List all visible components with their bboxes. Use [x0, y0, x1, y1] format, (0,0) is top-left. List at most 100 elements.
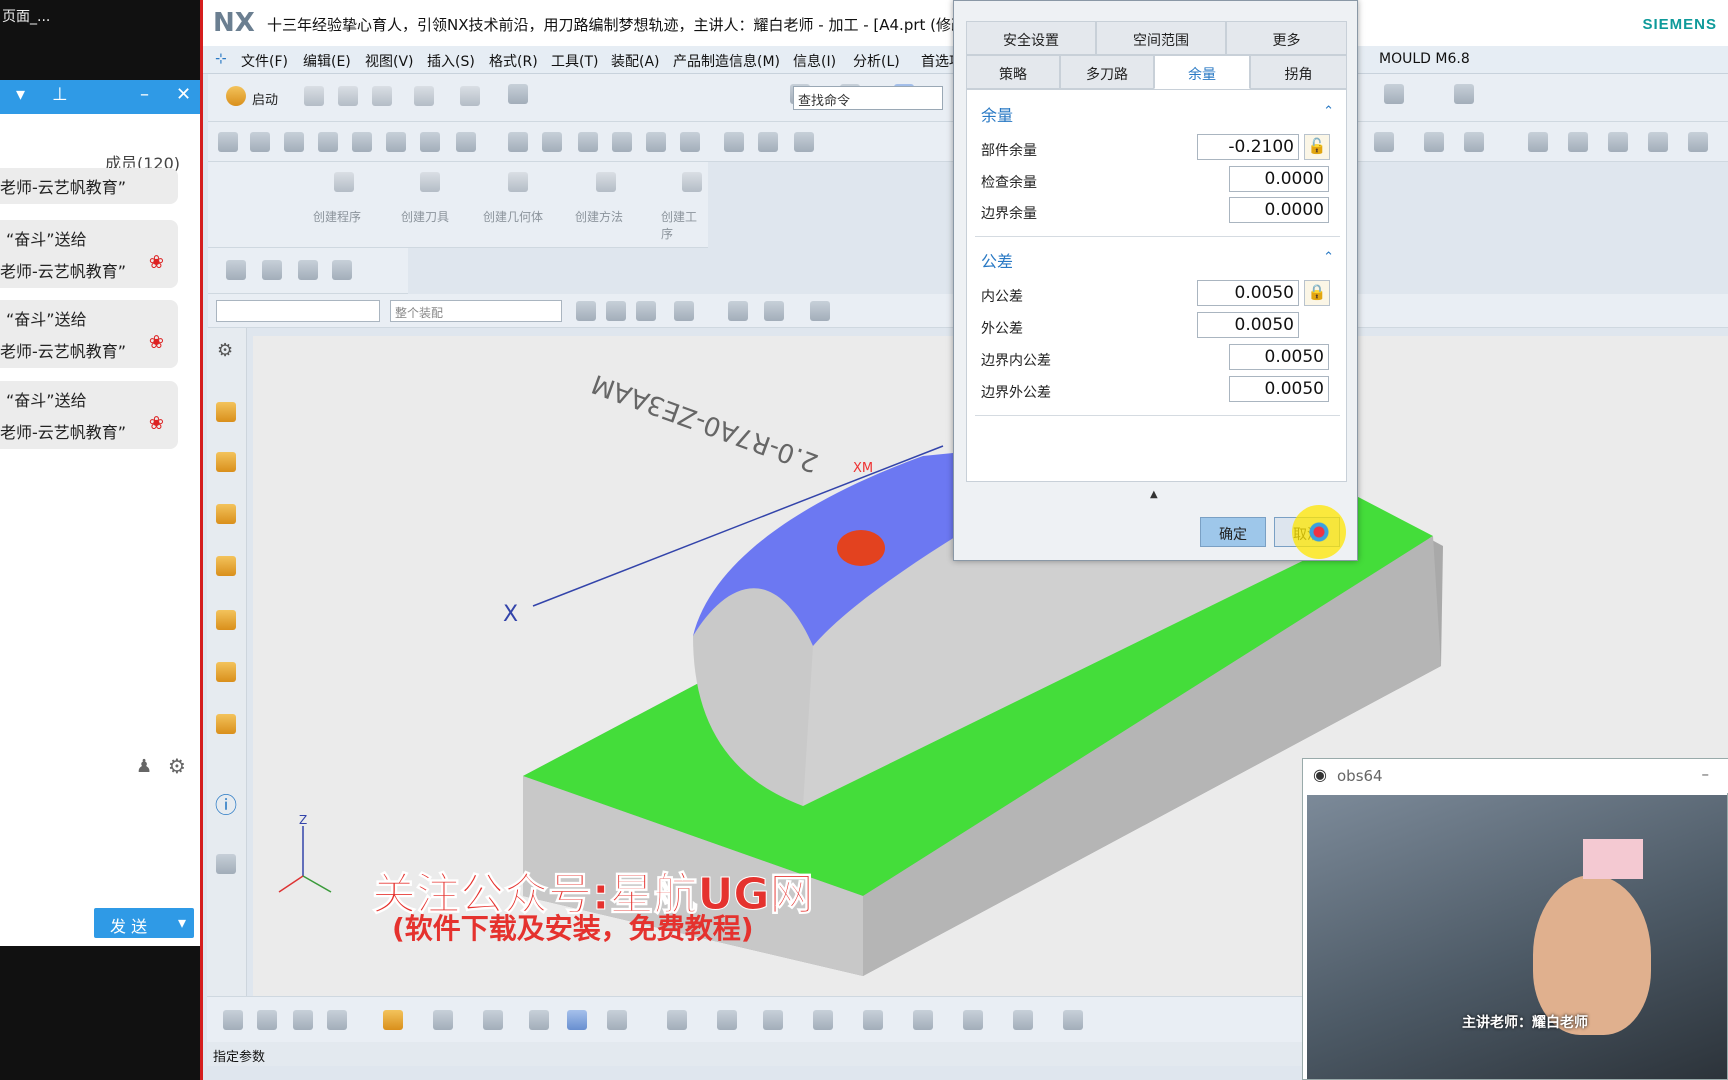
- gear-icon[interactable]: ⚙: [217, 340, 233, 361]
- create-method-label[interactable]: 创建方法: [575, 208, 623, 225]
- expand-arrow-icon[interactable]: ▲: [1150, 489, 1158, 500]
- undo-icon[interactable]: [414, 86, 434, 106]
- part-stock-input[interactable]: -0.2100: [1197, 134, 1299, 160]
- unlock-icon[interactable]: 🔓: [1304, 134, 1330, 160]
- tab-safety[interactable]: 安全设置: [966, 21, 1096, 55]
- create-program-icon[interactable]: [334, 172, 354, 192]
- tool-icon[interactable]: [1013, 1010, 1033, 1030]
- boundary-stock-input[interactable]: 0.0000: [1229, 197, 1329, 223]
- tool-icon[interactable]: [1528, 132, 1548, 152]
- tab-more[interactable]: 更多: [1226, 21, 1347, 55]
- tool-icon[interactable]: [257, 1010, 277, 1030]
- collapse-icon[interactable]: ⌃: [1323, 250, 1334, 265]
- menu-assembly[interactable]: 装配(A): [611, 51, 660, 71]
- tool-icon[interactable]: [646, 132, 666, 152]
- tab-space-range[interactable]: 空间范围: [1096, 21, 1226, 55]
- start-icon[interactable]: [226, 86, 246, 106]
- tool-icon[interactable]: [420, 132, 440, 152]
- tool-icon[interactable]: [1464, 132, 1484, 152]
- minimize-icon[interactable]: –: [140, 84, 149, 105]
- collapse-icon[interactable]: ⌃: [1323, 104, 1334, 119]
- menu-edit[interactable]: 编辑(E): [303, 51, 351, 71]
- create-tool-label[interactable]: 创建刀具: [401, 208, 449, 225]
- tool-icon[interactable]: [667, 1010, 687, 1030]
- type-filter-select[interactable]: [216, 300, 380, 322]
- start-label[interactable]: 启动: [252, 89, 278, 108]
- hd3d-icon[interactable]: [216, 662, 236, 682]
- section-tolerance-title[interactable]: 公差: [981, 248, 1013, 272]
- history-icon[interactable]: [216, 714, 236, 734]
- assembly-navigator-icon[interactable]: [216, 556, 236, 576]
- pin-icon[interactable]: ⊥: [52, 84, 68, 105]
- tool-icon[interactable]: [724, 132, 744, 152]
- tool-icon[interactable]: [262, 260, 282, 280]
- send-button[interactable]: 发 送 ▾: [94, 908, 194, 938]
- tool-icon[interactable]: [607, 1010, 627, 1030]
- web-browser-icon[interactable]: [216, 854, 236, 874]
- tool-icon[interactable]: [1374, 132, 1394, 152]
- tool-icon[interactable]: [1424, 132, 1444, 152]
- chevron-down-icon[interactable]: ▾: [178, 913, 186, 932]
- menu-info[interactable]: 信息(I): [793, 51, 836, 71]
- open-icon[interactable]: [338, 86, 358, 106]
- tool-icon[interactable]: [218, 132, 238, 152]
- cut-icon[interactable]: [460, 86, 480, 106]
- tool-icon[interactable]: [612, 132, 632, 152]
- user-icon[interactable]: ♟: [136, 756, 152, 777]
- selection-icon[interactable]: [728, 301, 748, 321]
- part-navigator-icon[interactable]: [216, 504, 236, 524]
- tool-icon[interactable]: [332, 260, 352, 280]
- minimize-icon[interactable]: –: [1702, 765, 1710, 783]
- tab-corners[interactable]: 拐角: [1250, 55, 1347, 89]
- tool-icon[interactable]: [763, 1010, 783, 1030]
- tool-icon[interactable]: [1063, 1010, 1083, 1030]
- menu-tools[interactable]: 工具(T): [551, 51, 598, 71]
- tool-icon[interactable]: [327, 1010, 347, 1030]
- tool-icon[interactable]: [483, 1010, 503, 1030]
- tool-icon[interactable]: [433, 1010, 453, 1030]
- tool-icon[interactable]: [293, 1010, 313, 1030]
- tool-icon[interactable]: [863, 1010, 883, 1030]
- menu-pmi[interactable]: 产品制造信息(M): [673, 51, 780, 71]
- command-search-input[interactable]: 查找命令: [793, 86, 943, 110]
- tool-icon[interactable]: [1608, 132, 1628, 152]
- selection-icon[interactable]: [576, 301, 596, 321]
- tool-icon[interactable]: [298, 260, 318, 280]
- menu-mould[interactable]: MOULD M6.8: [1379, 51, 1470, 67]
- tool-icon[interactable]: [456, 132, 476, 152]
- create-operation-icon[interactable]: [682, 172, 702, 192]
- boundary-intol-input[interactable]: 0.0050: [1229, 344, 1329, 370]
- tool-icon[interactable]: [578, 132, 598, 152]
- view-icon-b[interactable]: [1384, 84, 1404, 104]
- close-icon[interactable]: ✕: [176, 84, 191, 105]
- tool-icon[interactable]: [284, 132, 304, 152]
- menu-icon[interactable]: ⊹: [215, 51, 227, 67]
- selection-icon[interactable]: [674, 301, 694, 321]
- check-stock-input[interactable]: 0.0000: [1229, 166, 1329, 192]
- selection-icon[interactable]: [606, 301, 626, 321]
- selection-icon[interactable]: [810, 301, 830, 321]
- selection-icon[interactable]: [764, 301, 784, 321]
- tool-icon[interactable]: [226, 260, 246, 280]
- color-icon[interactable]: [383, 1010, 403, 1030]
- create-operation-label[interactable]: 创建工序: [661, 208, 708, 242]
- dropdown-icon[interactable]: ▾: [16, 84, 25, 105]
- tool-icon[interactable]: [963, 1010, 983, 1030]
- tool-icon[interactable]: [1568, 132, 1588, 152]
- tool-icon[interactable]: [250, 132, 270, 152]
- create-geometry-icon[interactable]: [508, 172, 528, 192]
- reuse-library-icon[interactable]: [216, 610, 236, 630]
- intol-input[interactable]: 0.0050: [1197, 280, 1299, 306]
- tool-icon[interactable]: [508, 132, 528, 152]
- tool-icon[interactable]: [813, 1010, 833, 1030]
- tool-icon[interactable]: [529, 1010, 549, 1030]
- create-geometry-label[interactable]: 创建几何体: [483, 208, 543, 225]
- ok-button[interactable]: 确定: [1200, 517, 1266, 547]
- create-method-icon[interactable]: [596, 172, 616, 192]
- operation-navigator-icon[interactable]: [216, 402, 236, 422]
- boundary-outtol-input[interactable]: 0.0050: [1229, 376, 1329, 402]
- save-icon[interactable]: [372, 86, 392, 106]
- tool-icon[interactable]: [567, 1010, 587, 1030]
- command-finder-icon[interactable]: [508, 84, 528, 104]
- create-program-label[interactable]: 创建程序: [313, 208, 361, 225]
